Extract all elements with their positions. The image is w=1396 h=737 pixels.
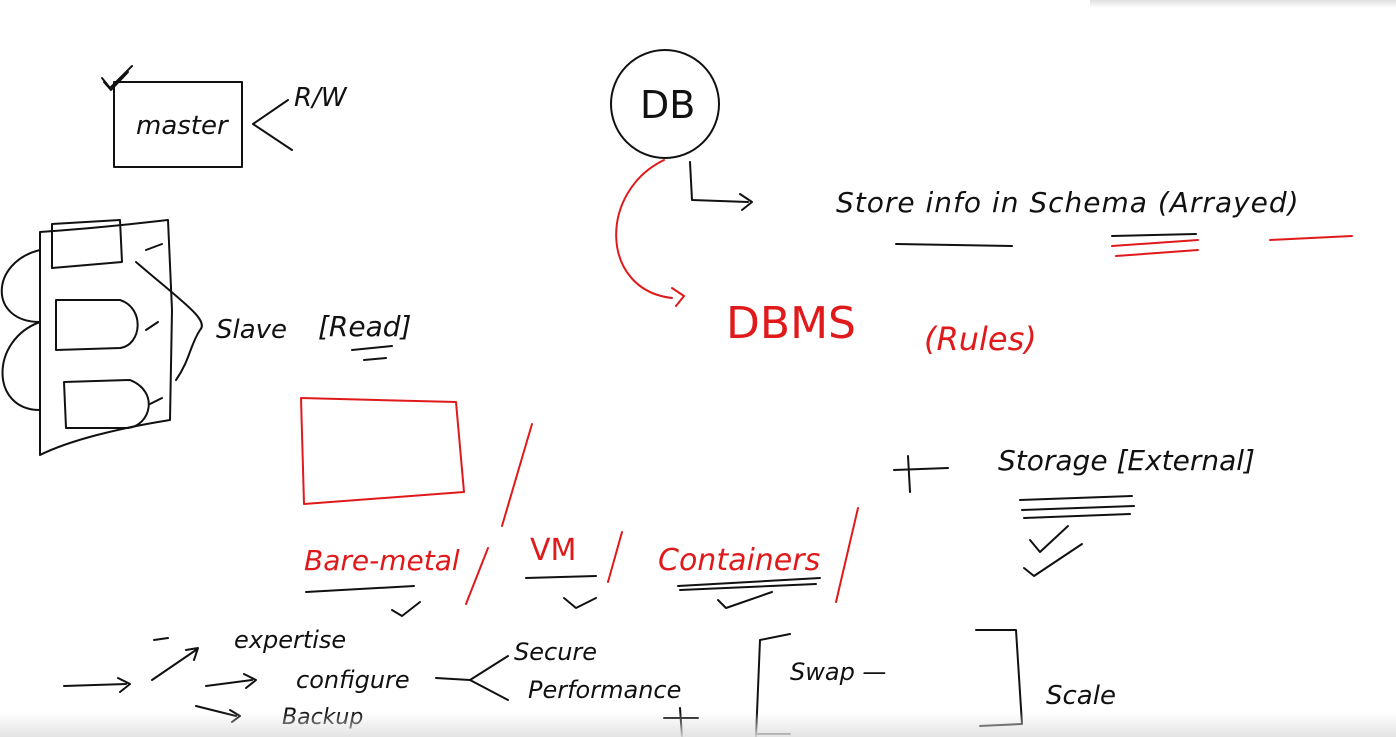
slave-ticks	[145, 243, 163, 405]
swap-label: Swap —	[790, 658, 886, 686]
check-icon	[563, 597, 597, 609]
vm-label: VM	[530, 533, 576, 568]
store-info-label: Store info in Schema (Arrayed)	[836, 186, 1300, 219]
plus-icon	[893, 455, 949, 493]
rw-label: R/W	[294, 83, 348, 113]
check-icon	[1023, 525, 1083, 577]
rules-label: (Rules)	[924, 320, 1037, 358]
configure-label: configure	[296, 666, 410, 694]
left-arrow-line	[63, 677, 131, 693]
scale-label: Scale	[1046, 681, 1116, 711]
slave-side-arc-lower	[1, 321, 41, 411]
divider-slash-3	[607, 531, 623, 583]
slave-label: Slave	[216, 315, 287, 345]
configure-branch	[435, 655, 509, 701]
containers-label: Containers	[658, 543, 820, 578]
divider-slash-4	[835, 507, 859, 603]
bare-metal-label: Bare-metal	[304, 544, 460, 577]
storage-label: Storage [External]	[998, 444, 1255, 477]
slave-node-2	[55, 299, 139, 351]
schema-red-underlines	[1111, 235, 1353, 257]
db-group: DB Store info in Schema (Arrayed) DBMS (…	[610, 49, 1353, 358]
deployment-underlines	[305, 575, 821, 593]
db-dbms-arc	[615, 159, 685, 307]
check-icon	[391, 601, 421, 617]
slave-bracket	[135, 261, 203, 381]
storage-group: Storage [External]	[893, 444, 1255, 577]
top-edge-shade	[1090, 0, 1396, 8]
slave-node-1	[51, 219, 123, 269]
bottom-edge-shade	[0, 712, 1396, 737]
db-schema-arrow	[689, 161, 753, 211]
check-icon	[717, 591, 773, 609]
expertise-label: expertise	[234, 626, 346, 654]
slave-cluster-outline	[39, 219, 173, 456]
check-icon	[101, 65, 133, 91]
slave-node-3	[63, 379, 150, 429]
divider-slash-2	[465, 547, 489, 605]
slave-side-arc-upper	[0, 249, 41, 323]
rw-arrow	[252, 99, 293, 151]
slave-cluster: Slave [Read]	[0, 219, 411, 456]
deployment-box	[300, 397, 465, 505]
read-underline	[351, 345, 393, 361]
master-label: master	[136, 111, 230, 141]
deployment-group: Bare-metal VM Containers	[300, 397, 859, 617]
storage-underlines	[1019, 495, 1135, 519]
divider-slash-1	[501, 423, 533, 527]
secure-label: Secure	[514, 638, 597, 666]
performance-label: Performance	[528, 676, 681, 704]
whiteboard-canvas: master R/W Slave [Read] DB Store info in…	[0, 49, 1353, 737]
db-label: DB	[640, 83, 695, 127]
read-label: [Read]	[318, 310, 411, 343]
master-group: master R/W	[101, 65, 348, 168]
dbms-label: DBMS	[726, 298, 856, 349]
